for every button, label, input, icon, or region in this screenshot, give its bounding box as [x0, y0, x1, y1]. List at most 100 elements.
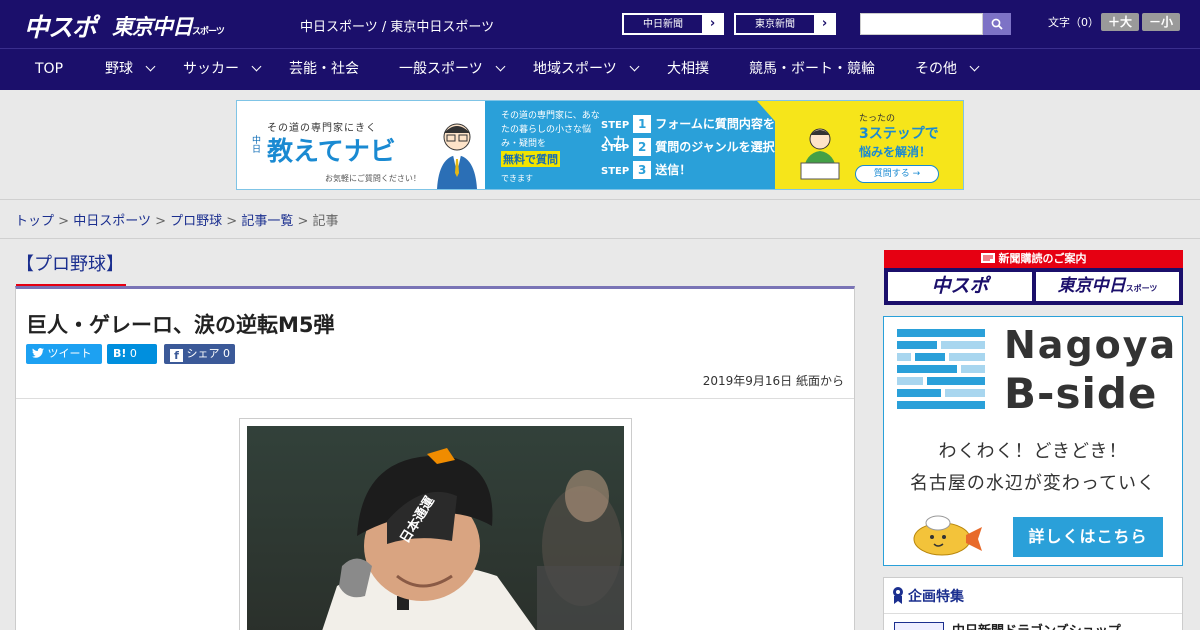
ad-mid-text: その道の専門家に、あなたの暮らしの小さな悩み・疑問を [501, 111, 600, 149]
font-size-label: 文字（0） [1048, 16, 1099, 29]
ad-step-3: STEP 3 送信！ [601, 161, 691, 179]
font-bigger-button[interactable]: ＋大 [1101, 13, 1139, 31]
nav-label: 芸能・社会 [289, 61, 359, 77]
step-word: STEP [601, 120, 630, 131]
nagoya-bside-banner[interactable]: Nagoya B-side わくわく！どきどき！ 名古屋の水辺が変わっていく 詳… [883, 316, 1183, 566]
ad-brand: 教えてナビ [267, 137, 396, 167]
nagoya-details-button[interactable]: 詳しくはこちら [1013, 517, 1163, 557]
chevron-down-icon [145, 61, 156, 72]
article-photo[interactable]: 日本通運 [247, 426, 624, 630]
nav-label: 競馬・ボート・競輪 [749, 61, 875, 77]
breadcrumb-separator: > [297, 214, 309, 229]
search-input[interactable] [860, 13, 983, 35]
breadcrumb-separator: > [155, 214, 166, 229]
nav-item-local-sports[interactable]: 地域スポーツ [533, 49, 640, 90]
tokyo-logo-main: 東京中日 [112, 15, 193, 39]
breadcrumb-current: 記事 [312, 214, 339, 229]
feature-item-link[interactable]: 中日新聞ドラゴンズショップ [952, 620, 1121, 630]
subscribe-chuspo-link[interactable]: 中スポ [888, 272, 1032, 301]
facebook-share-count: 0 [223, 347, 230, 360]
tokyo-shimbun-label: 東京新聞 [735, 14, 815, 34]
nav-label: 一般スポーツ [399, 61, 483, 77]
baseball-player-photo: 日本通運 [247, 426, 624, 630]
chunichi-shimbun-label: 中日新聞 [623, 14, 703, 34]
step-number: 3 [633, 161, 652, 179]
hatena-b-icon: B! [113, 347, 127, 360]
article-card: 巨人・ゲレーロ、涙の逆転M5弾 ツイート B! 0 f シェア 0 2019年9… [15, 286, 855, 630]
facebook-share-label: シェア [186, 347, 220, 360]
search-button[interactable] [983, 13, 1011, 35]
chevron-right-icon: › [821, 16, 828, 31]
tweet-label: ツイート [47, 347, 92, 360]
nav-item-soccer[interactable]: サッカー [183, 49, 262, 90]
chevron-down-icon [629, 61, 640, 72]
chevron-down-icon [969, 61, 980, 72]
nav-label: その他 [915, 61, 957, 77]
nav-item-sumo[interactable]: 大相撲 [667, 49, 709, 90]
article-divider [16, 398, 854, 399]
breadcrumb-divider [0, 238, 1200, 239]
nav-label: 野球 [105, 61, 133, 77]
newspaper-icon [980, 253, 995, 263]
ad-free-label: 無料で質問 [501, 151, 560, 167]
nav-item-top[interactable]: TOP [35, 49, 63, 90]
search-icon [991, 18, 1003, 30]
feature-divider [884, 613, 1182, 614]
nagoya-text-2: 名古屋の水辺が変わっていく [909, 473, 1157, 494]
article-category: 【プロ野球】 [16, 254, 124, 275]
nagoya-text-1: わくわく！どきどき！ [938, 441, 1128, 462]
nav-item-general-sports[interactable]: 一般スポーツ [399, 49, 506, 90]
advisor-illustration-icon [437, 123, 477, 189]
subscription-heading[interactable]: 新聞購読のご案内 [884, 250, 1183, 268]
chunichi-shimbun-link[interactable]: 中日新聞 › [622, 13, 724, 35]
ad-left-panel: その道の専門家にきく 中日 教えてナビ お気軽にご質問ください！ [237, 101, 485, 189]
oshiete-navi-banner[interactable]: その道の専門家にきく 中日 教えてナビ お気軽にご質問ください！ その道の専門家… [236, 100, 964, 190]
nav-label: 地域スポーツ [533, 61, 617, 77]
ad-brand-prefix: 中日 [250, 135, 260, 153]
feature-box: 企画特集 中日新聞ドラゴンズショップ [883, 577, 1183, 630]
chuspo-logo[interactable]: 中スポ [24, 8, 97, 44]
main-nav: TOP 野球 サッカー 芸能・社会 一般スポーツ 地域スポーツ 大相撲 競馬・ボ… [0, 48, 1200, 90]
breadcrumb-article-list[interactable]: 記事一覧 [241, 214, 293, 229]
user-laptop-illustration-icon [800, 128, 840, 180]
subscribe-tokyo-chunichi-link[interactable]: 東京中日スポーツ [1036, 272, 1179, 301]
tokyo-shimbun-link[interactable]: 東京新聞 › [734, 13, 836, 35]
feature-heading-text: 企画特集 [908, 589, 964, 605]
site-header: 中スポ 東京中日スポーツ 中日スポーツ / 東京中日スポーツ 中日新聞 › 東京… [0, 0, 1200, 48]
breadcrumb: トップ > 中日スポーツ > プロ野球 > 記事一覧 > 記事 [15, 210, 339, 229]
breadcrumb-pro-baseball[interactable]: プロ野球 [170, 214, 222, 229]
nav-item-entertainment[interactable]: 芸能・社会 [289, 49, 359, 90]
feature-heading: 企画特集 [892, 586, 964, 606]
ad-step-2: STEP 2 質問のジャンルを選択 [601, 138, 775, 156]
tweet-button[interactable]: ツイート [26, 344, 102, 364]
breadcrumb-top[interactable]: トップ [15, 214, 54, 229]
feature-thumbnail[interactable] [894, 622, 944, 630]
nav-item-baseball[interactable]: 野球 [105, 49, 156, 90]
ad-right-big: 3ステップで [859, 126, 939, 142]
nav-label: サッカー [183, 61, 239, 77]
hatena-bookmark-button[interactable]: B! 0 [107, 344, 157, 364]
ad-ask-button[interactable]: 質問する → [855, 165, 939, 183]
nav-item-other[interactable]: その他 [915, 49, 980, 90]
subscription-box: 新聞購読のご案内 中スポ 東京中日スポーツ [884, 250, 1183, 305]
font-smaller-button[interactable]: －小 [1142, 13, 1180, 31]
breadcrumb-separator: > [58, 214, 70, 229]
nav-item-racing[interactable]: 競馬・ボート・競輪 [749, 49, 875, 90]
step-text: 送信！ [655, 163, 692, 177]
ad-note: お気軽にご質問ください！ [325, 174, 421, 183]
facebook-share-button[interactable]: f シェア 0 [164, 344, 235, 364]
hatena-count: 0 [129, 347, 137, 360]
tokyo-chunichi-logo[interactable]: 東京中日スポーツ [112, 11, 225, 41]
breadcrumb-separator: > [226, 214, 238, 229]
ribbon-icon [893, 587, 903, 604]
nav-label: TOP [35, 61, 64, 77]
nav-label: 大相撲 [667, 61, 709, 77]
site-names: 中日スポーツ / 東京中日スポーツ [300, 20, 495, 35]
article-date: 2019年9月16日 紙面から [702, 374, 844, 388]
chevron-right-icon: › [709, 16, 716, 31]
step-number: 1 [633, 115, 652, 133]
chevron-down-icon [495, 61, 506, 72]
breadcrumb-chunichi-sports[interactable]: 中日スポーツ [73, 214, 151, 229]
ad-right-mid: 悩みを解消！ [859, 145, 932, 159]
ad-right-panel: たったの 3ステップで 悩みを解消！ 質問する → [775, 101, 963, 189]
